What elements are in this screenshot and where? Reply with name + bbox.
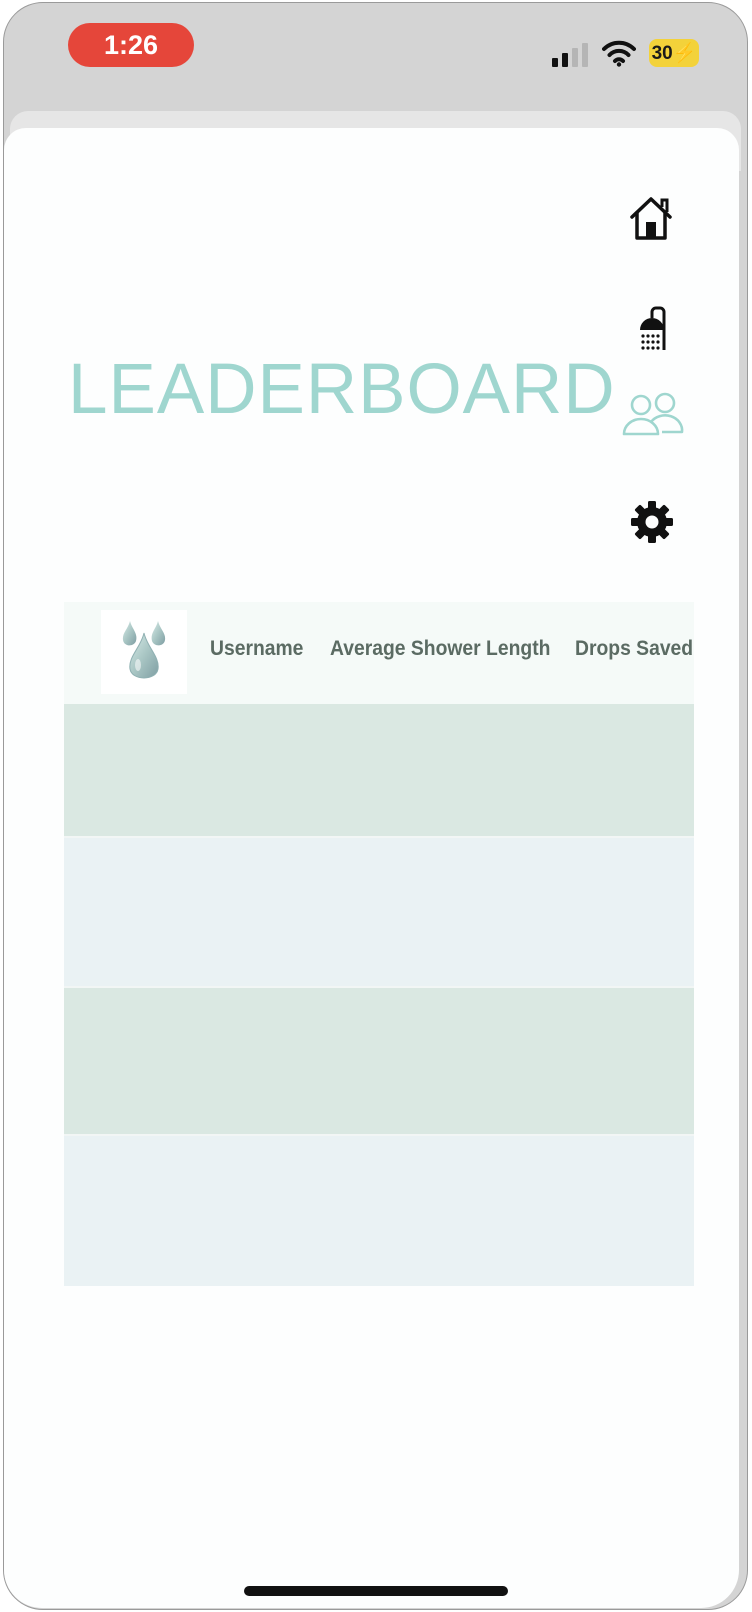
page-title: LEADERBOARD <box>68 350 616 429</box>
header-logo <box>101 610 187 694</box>
signal-icon <box>552 41 592 67</box>
table-row[interactable] <box>64 1136 694 1286</box>
table-row[interactable] <box>64 988 694 1136</box>
status-time[interactable]: 1:26 <box>68 23 194 67</box>
table-row[interactable] <box>64 838 694 988</box>
device-frame: 1:26 30⚡ LEADERBOARD Username Average Sh… <box>0 0 752 1612</box>
water-drops-icon <box>122 621 166 679</box>
home-indicator[interactable] <box>244 1586 508 1596</box>
gear-icon <box>631 501 673 543</box>
column-username[interactable]: Username <box>210 637 303 661</box>
leaderboard-sheet: LEADERBOARD Username Average Shower Leng… <box>4 128 739 1608</box>
nav-settings[interactable] <box>626 496 678 548</box>
table-header: Username Average Shower Length Drops Sav… <box>64 602 694 704</box>
nav-shower[interactable] <box>626 304 678 354</box>
column-drops-saved[interactable]: Drops Saved <box>575 637 693 661</box>
shower-icon <box>640 306 666 350</box>
wifi-icon <box>602 40 636 67</box>
nav-home[interactable] <box>624 192 678 244</box>
home-icon <box>630 197 672 240</box>
leaderboard-table: Username Average Shower Length Drops Sav… <box>64 602 694 1286</box>
battery-badge: 30⚡ <box>649 39 699 67</box>
table-row[interactable] <box>64 704 694 838</box>
column-average-shower-length[interactable]: Average Shower Length <box>330 637 550 661</box>
people-icon <box>622 392 684 436</box>
nav-leaderboard[interactable] <box>618 390 688 438</box>
